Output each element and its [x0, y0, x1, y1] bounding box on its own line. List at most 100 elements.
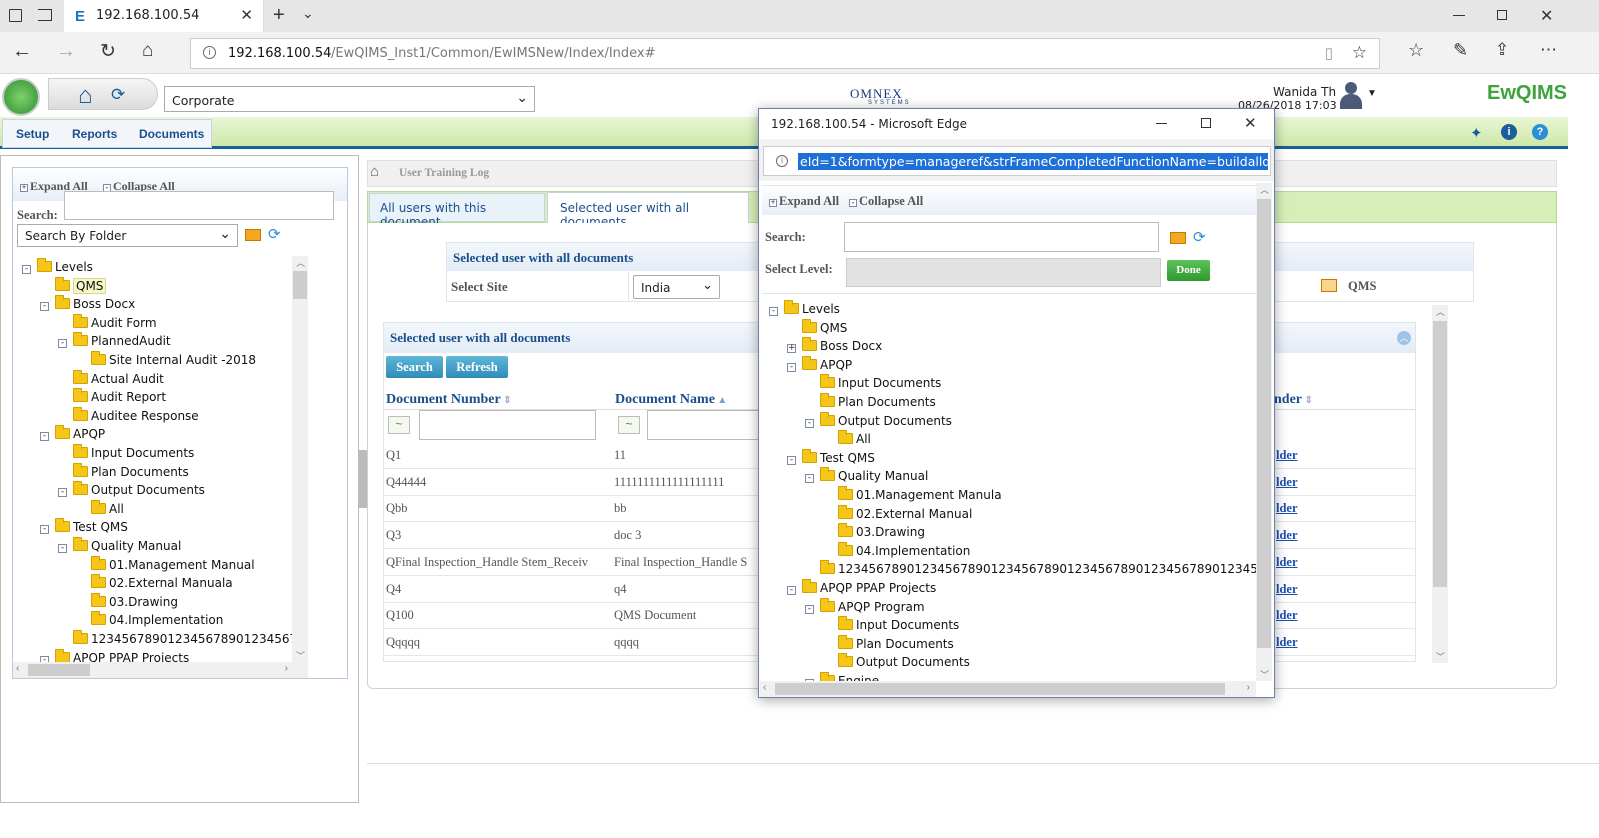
tree-node[interactable]: 04.Implementation	[823, 541, 970, 562]
collapse-node-icon[interactable]: -	[805, 474, 814, 484]
tab-list-chevron-icon[interactable]: ⌄	[302, 5, 314, 22]
filter-docnum-input[interactable]	[419, 410, 596, 440]
tree-node[interactable]: - Output Documents	[805, 411, 952, 432]
popup-search-input[interactable]	[844, 222, 1159, 252]
favorite-star-icon[interactable]: ☆	[1352, 43, 1367, 63]
tab-actions-icon[interactable]	[9, 9, 22, 22]
search-button[interactable]: Search	[386, 356, 443, 378]
filter-op-docname[interactable]: ~	[618, 416, 640, 434]
tree-node[interactable]: - PlannedAudit	[58, 332, 171, 352]
cell-folder-link[interactable]: lder	[1276, 555, 1298, 570]
tree-node[interactable]: - Test QMS	[40, 518, 128, 538]
refresh-button[interactable]: Refresh	[446, 356, 508, 378]
tree-node[interactable]: - APQP	[40, 425, 105, 445]
info-icon[interactable]: i	[1501, 124, 1517, 140]
help-icon[interactable]: ?	[1532, 124, 1548, 140]
collapse-node-icon[interactable]: -	[40, 302, 49, 312]
tree-node[interactable]: - APQP PPAP Projects	[787, 579, 936, 599]
popup-maximize-icon[interactable]	[1201, 118, 1211, 128]
popup-collapse-all-button[interactable]: - Collapse All	[849, 194, 923, 209]
collapse-node-icon[interactable]: -	[58, 339, 67, 349]
left-search-input[interactable]	[64, 191, 334, 220]
collapse-node-icon[interactable]: -	[40, 525, 49, 535]
more-icon[interactable]: ⋯	[1540, 40, 1557, 60]
left-tree-vscroll[interactable]: ︿ ﹀	[292, 256, 308, 662]
tree-node[interactable]: - Quality Manual	[805, 467, 928, 487]
back-icon[interactable]: ←	[12, 40, 32, 63]
forward-icon[interactable]: →	[56, 40, 76, 63]
cell-folder-link[interactable]: lder	[1276, 448, 1298, 463]
folder-search-icon[interactable]	[245, 229, 261, 241]
tree-node[interactable]: Input Documents	[805, 374, 941, 394]
scroll-thumb[interactable]	[293, 271, 307, 299]
tree-node[interactable]: 04.Implementation	[76, 611, 223, 631]
browser-tab[interactable]: E 192.168.100.54 ✕	[64, 0, 264, 32]
tree-node[interactable]: 1234567890123456789012345678901234567890	[58, 630, 292, 650]
tree-node[interactable]: Site Internal Audit -2018	[76, 351, 256, 371]
popup-hscroll[interactable]: ‹ ›	[760, 681, 1256, 697]
tree-node[interactable]: - APQP	[787, 355, 852, 376]
collapse-node-icon[interactable]: -	[805, 418, 814, 428]
popup-vscroll[interactable]: ︿ ﹀	[1256, 183, 1272, 681]
tree-node[interactable]: 03.Drawing	[823, 523, 925, 543]
tree-node[interactable]: - APQP Program	[805, 597, 925, 618]
filter-docname-input[interactable]	[647, 410, 760, 440]
tab-selected-user[interactable]: Selected user with all documents	[547, 192, 749, 229]
tree-node[interactable]: Plan Documents	[823, 634, 954, 655]
site-dropdown[interactable]: India ⌄	[633, 275, 720, 299]
collapse-node-icon[interactable]: -	[22, 265, 31, 274]
tree-node[interactable]: Auditee Response	[58, 406, 199, 427]
tab-all-users[interactable]: All users with this document	[369, 193, 545, 229]
reading-view-icon[interactable]: ▯	[1325, 44, 1333, 62]
popup-site-info-icon[interactable]: i	[776, 155, 788, 167]
tree-node[interactable]: QMS	[40, 276, 107, 297]
tree-node[interactable]: - Boss Docx	[40, 295, 135, 315]
user-menu-caret-icon[interactable]: ▼	[1367, 88, 1377, 99]
share-icon[interactable]: ⇪	[1495, 40, 1509, 60]
tree-node[interactable]: Plan Documents	[58, 462, 189, 483]
collapse-node-icon[interactable]: -	[58, 544, 67, 553]
tree-node[interactable]: - Output Documents	[58, 481, 205, 501]
tree-node[interactable]: - Quality Manual	[58, 537, 181, 557]
refresh-tree-icon[interactable]: ⟳	[268, 225, 281, 243]
tree-node[interactable]: All	[823, 430, 871, 450]
tree-node[interactable]: 02.External Manual	[823, 504, 972, 525]
close-window-icon[interactable]: ✕	[1540, 6, 1553, 26]
cell-folder-link[interactable]: lder	[1276, 582, 1298, 597]
col-document-number[interactable]: Document Number ⇕	[386, 392, 512, 408]
popup-folder-search-icon[interactable]	[1170, 232, 1186, 244]
cell-folder-link[interactable]: lder	[1276, 501, 1298, 516]
tree-node[interactable]: Audit Form	[58, 313, 157, 334]
tree-node[interactable]: - Test QMS	[787, 448, 875, 469]
address-bar[interactable]: i 192.168.100.54 /EwQIMS_Inst1/Common/Ew…	[190, 38, 1380, 69]
col-folder[interactable]: nder ⇕	[1274, 392, 1313, 408]
tree-node[interactable]: 01.Management Manual	[76, 555, 255, 576]
filter-op-docnum[interactable]: ~	[388, 416, 410, 434]
menu-reports[interactable]: Reports	[72, 127, 117, 141]
tree-node[interactable]: Plan Documents	[805, 393, 936, 413]
tree-node[interactable]: -Engine	[805, 672, 879, 681]
tree-node[interactable]: Actual Audit	[58, 369, 164, 390]
tree-node[interactable]: Output Documents	[823, 653, 970, 673]
grid-vscroll[interactable]: ︿ ﹀	[1432, 305, 1448, 663]
user-avatar[interactable]	[1338, 80, 1364, 110]
tree-node[interactable]: - Levels	[22, 258, 93, 278]
cell-folder-link[interactable]: lder	[1276, 528, 1298, 543]
search-by-select[interactable]: Search By Folder ⌄	[17, 224, 238, 247]
collapse-node-icon[interactable]: -	[787, 586, 796, 595]
tree-node[interactable]: - APQP PPAP Projects	[40, 648, 189, 662]
popup-close-icon[interactable]: ✕	[1244, 114, 1257, 132]
new-tab-icon[interactable]: +	[273, 4, 285, 27]
site-select[interactable]: Corporate ⌄	[164, 86, 535, 112]
home-icon[interactable]: ⌂	[142, 40, 153, 62]
app-logo-icon[interactable]	[2, 78, 40, 116]
tree-node[interactable]: Input Documents	[823, 616, 959, 636]
home-app-icon[interactable]: ⌂	[78, 82, 93, 110]
menu-documents[interactable]: Documents	[139, 127, 204, 141]
collapse-node-icon[interactable]: -	[805, 604, 814, 614]
tree-node[interactable]: All	[76, 499, 124, 520]
tree-node[interactable]: 03.Drawing	[76, 592, 178, 613]
collapse-node-icon[interactable]: -	[58, 488, 67, 498]
site-info-icon[interactable]: i	[203, 46, 216, 59]
tab-back-icon[interactable]	[38, 9, 52, 21]
